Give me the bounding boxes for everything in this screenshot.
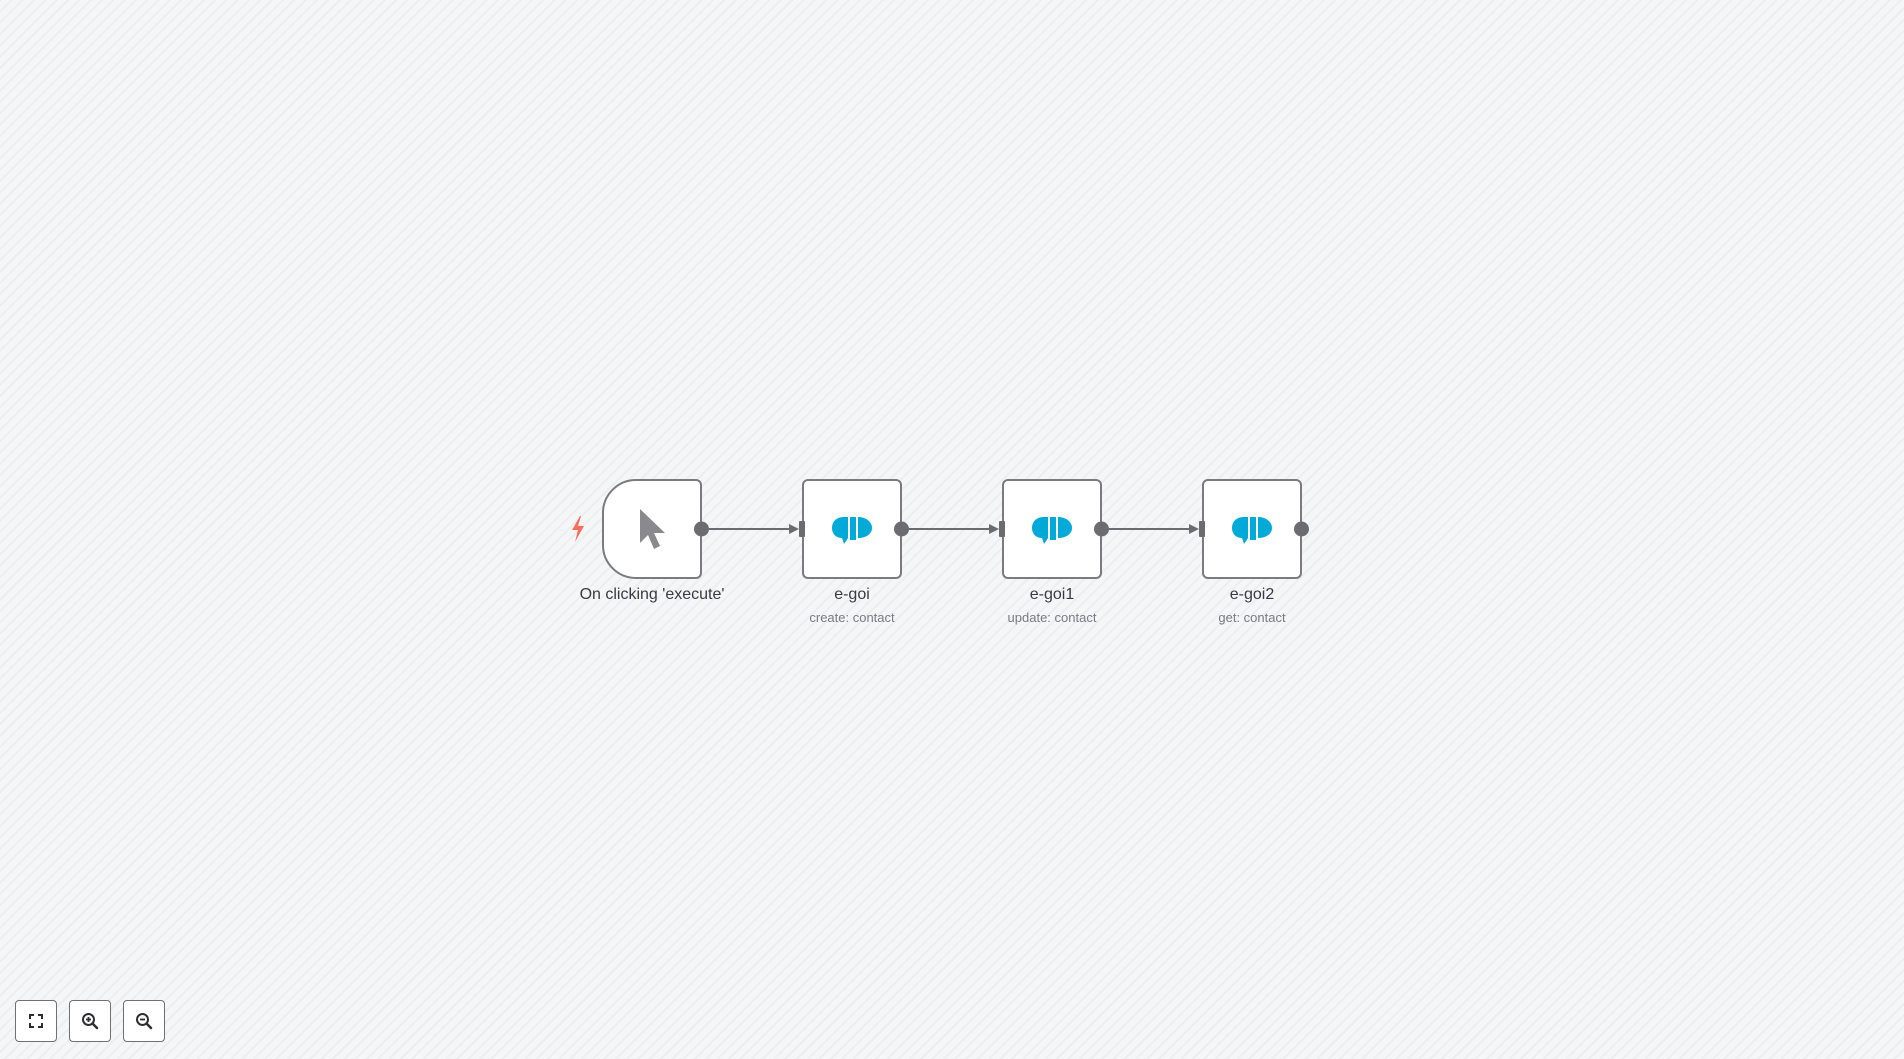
node-label-egoi: e-goi (834, 586, 870, 603)
egoi-logo-icon (828, 505, 876, 553)
zoom-controls (15, 1000, 165, 1042)
zoom-in-icon (82, 1013, 99, 1030)
output-handle[interactable] (894, 521, 909, 537)
node-label-trigger: On clicking 'execute' (579, 586, 725, 603)
node-label-egoi1: e-goi1 (1029, 586, 1075, 603)
output-handle[interactable] (694, 521, 709, 537)
node-subtitle-egoi2: get: contact (1218, 610, 1286, 625)
input-handle[interactable] (799, 521, 805, 537)
mouse-pointer-icon (628, 505, 676, 553)
connections-layer (709, 524, 1199, 534)
egoi-logo-icon (1028, 505, 1076, 553)
input-handle[interactable] (999, 521, 1005, 537)
node-subtitle-egoi1: update: contact (1007, 610, 1097, 625)
node-label-egoi2: e-goi2 (1229, 586, 1275, 603)
input-handle[interactable] (1199, 521, 1205, 537)
zoom-in-button[interactable] (69, 1000, 111, 1042)
fullscreen-icon (29, 1014, 43, 1028)
egoi-logo-icon (1228, 505, 1276, 553)
zoom-out-button[interactable] (123, 1000, 165, 1042)
output-handle[interactable] (1294, 521, 1309, 537)
node-manual-trigger[interactable] (602, 479, 709, 579)
trigger-bolt-icon (572, 516, 584, 542)
node-egoi[interactable] (799, 479, 909, 579)
workflow-canvas[interactable]: On clicking 'execute' e-goi create: cont… (0, 0, 1904, 1059)
zoom-to-fit-button[interactable] (15, 1000, 57, 1042)
node-egoi1[interactable] (999, 479, 1109, 579)
node-egoi2[interactable] (1199, 479, 1309, 579)
node-subtitle-egoi: create: contact (809, 610, 895, 625)
zoom-out-icon (136, 1013, 153, 1030)
output-handle[interactable] (1094, 521, 1109, 537)
